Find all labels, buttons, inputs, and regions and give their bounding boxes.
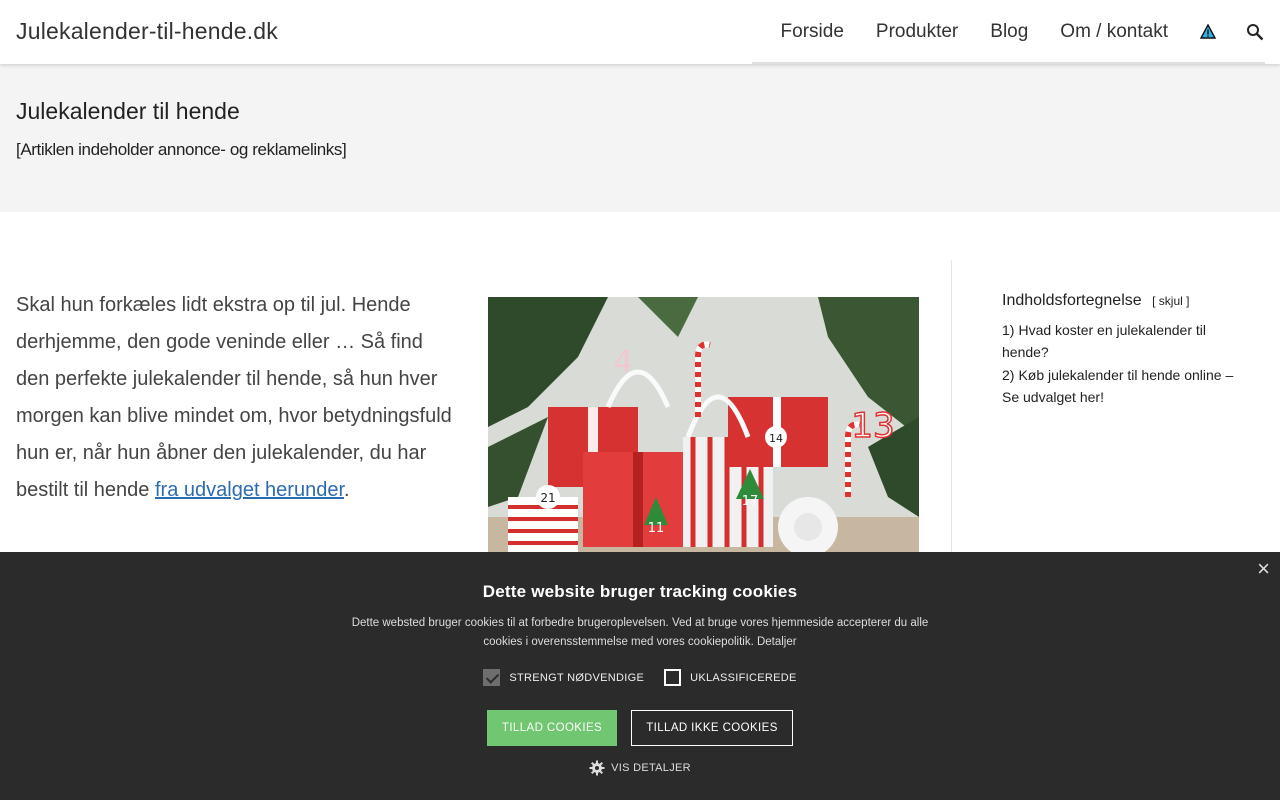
svg-text:17: 17	[742, 494, 759, 509]
toc-title: Indholdsfortegnelse	[1002, 292, 1142, 309]
cookie-categories: STRENGT NØDVENDIGE UKLASSIFICEREDE	[0, 669, 1280, 686]
cookie-actions: TILLAD COOKIES TILLAD IKKE COOKIES	[0, 710, 1280, 746]
warning-icon[interactable]	[1199, 23, 1217, 40]
svg-text:21: 21	[540, 491, 555, 505]
svg-text:4: 4	[613, 345, 632, 380]
unclassified-checkbox[interactable]: UKLASSIFICEREDE	[664, 669, 797, 686]
toc-header: Indholdsfortegnelse [ skjul ]	[1002, 292, 1252, 310]
checkbox-checked-icon[interactable]	[483, 669, 501, 686]
ad-disclaimer: [Artiklen indeholder annonce- og reklame…	[16, 140, 347, 159]
intro-paragraph: Skal hun forkæles lidt ekstra op til jul…	[16, 287, 456, 509]
nav-blog[interactable]: Blog	[990, 21, 1028, 43]
checkbox-label: STRENGT NØDVENDIGE	[509, 671, 645, 684]
svg-text:13: 13	[851, 406, 894, 446]
cookie-description: Dette websted bruger cookies til at forb…	[351, 617, 929, 648]
search-icon[interactable]	[1246, 23, 1264, 41]
main-nav: Forside Produkter Blog Om / kontakt	[749, 0, 1264, 64]
gear-icon	[589, 760, 605, 776]
intro-suffix: .	[344, 479, 350, 501]
toc-item-label[interactable]: Hvad koster en julekalender til hende?	[1002, 322, 1206, 360]
toc-item[interactable]: 2) Køb julekalender til hende online – Se…	[1002, 364, 1252, 408]
strictly-necessary-checkbox[interactable]: STRENGT NØDVENDIGE	[483, 669, 644, 686]
checkbox-empty-icon[interactable]	[664, 669, 682, 686]
hero-image: 21 11 17 14 13 4	[488, 297, 919, 557]
intro-text: Skal hun forkæles lidt ekstra op til jul…	[16, 294, 452, 501]
page-title: Julekalender til hende	[16, 98, 240, 124]
sidebar-divider	[951, 260, 952, 560]
toc-hide-toggle[interactable]: [ skjul ]	[1152, 294, 1189, 308]
toc-item-number: 1)	[1002, 322, 1015, 338]
close-icon[interactable]: ×	[1257, 558, 1270, 580]
show-details-link[interactable]: VIS DETALJER	[0, 760, 1280, 776]
svg-text:11: 11	[648, 521, 665, 536]
nav-underline	[752, 62, 1265, 64]
svg-text:14: 14	[769, 432, 783, 445]
site-header: Julekalender-til-hende.dk Forside Produk…	[0, 0, 1280, 64]
site-title-link[interactable]: Julekalender-til-hende.dk	[16, 18, 278, 45]
deny-cookies-button[interactable]: TILLAD IKKE COOKIES	[631, 710, 793, 746]
nav-produkter[interactable]: Produkter	[876, 21, 958, 43]
toc-item-label[interactable]: Køb julekalender til hende online – Se u…	[1002, 367, 1233, 405]
table-of-contents: Indholdsfortegnelse [ skjul ] 1) Hvad kos…	[1002, 292, 1252, 409]
selection-link[interactable]: fra udvalget herunder	[155, 479, 344, 501]
page-title-band: Julekalender til hende [Artiklen indehol…	[0, 64, 1280, 212]
checkbox-label: UKLASSIFICEREDE	[690, 671, 797, 684]
toc-list: 1) Hvad koster en julekalender til hende?…	[1002, 319, 1252, 408]
toc-item-number: 2)	[1002, 367, 1015, 383]
show-details-label[interactable]: VIS DETALJER	[611, 762, 691, 774]
allow-cookies-button[interactable]: TILLAD COOKIES	[487, 710, 617, 746]
cookie-title: Dette website bruger tracking cookies	[482, 582, 798, 601]
toc-item[interactable]: 1) Hvad koster en julekalender til hende?	[1002, 319, 1252, 363]
cookie-banner: × Dette website bruger tracking cookies …	[0, 552, 1280, 800]
nav-forside[interactable]: Forside	[781, 21, 844, 43]
nav-om-kontakt[interactable]: Om / kontakt	[1060, 21, 1168, 43]
